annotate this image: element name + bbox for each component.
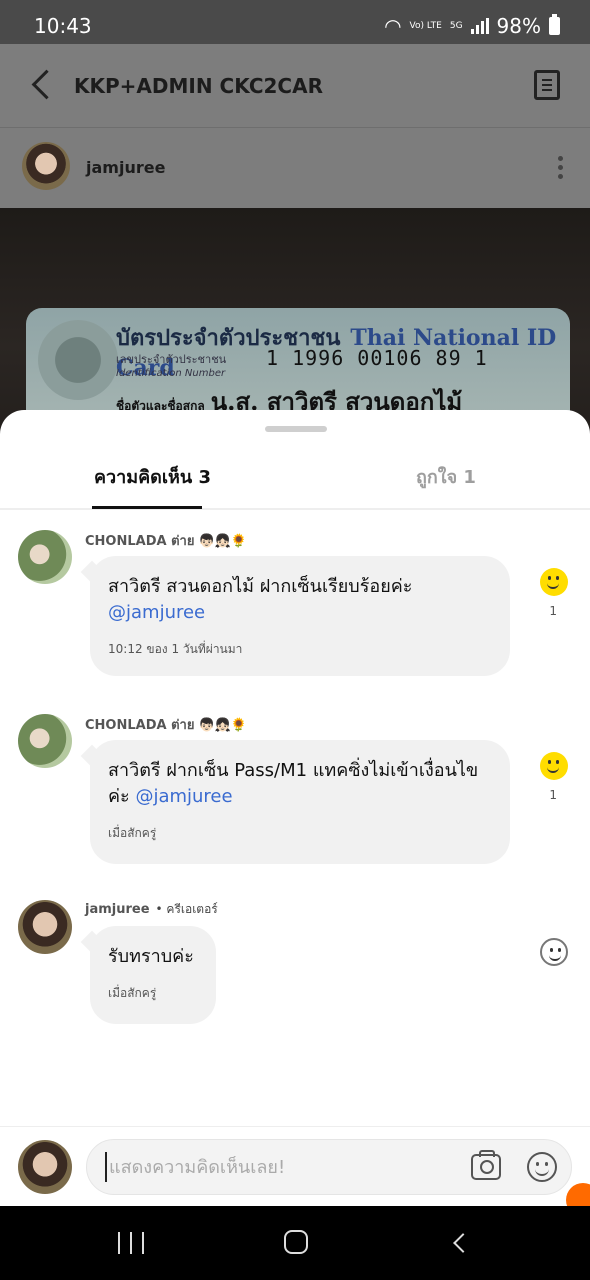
card-id-label-en: Identification Number (116, 368, 226, 379)
comment-bubble[interactable]: สาวิตรี ฝากเซ็น Pass/M1 แทคซิ่งไม่เข้าเง… (90, 740, 510, 864)
back-arrow-icon[interactable] (28, 68, 58, 102)
author-emoji: 👦🏻👧🏻🌻 (198, 718, 247, 733)
comment-author[interactable]: jamjuree (85, 902, 150, 917)
nav-back-icon[interactable] (453, 1233, 473, 1253)
card-id-label-th: เลขประจำตัวประชาชน (116, 353, 227, 366)
signal-icon (470, 18, 489, 34)
system-nav-bar (0, 1206, 590, 1280)
notes-icon[interactable] (534, 70, 560, 100)
creator-badge: • ครีเอเตอร์ (155, 902, 218, 916)
comment-time: เมื่อสักครู่ (108, 826, 157, 840)
post-photo[interactable]: บัตรประจำตัวประชาชน Thai National ID Card… (0, 208, 590, 438)
like-smile-icon[interactable] (540, 938, 568, 966)
comment-author[interactable]: CHONLADA ต่าย (85, 534, 194, 549)
drag-handle[interactable] (265, 426, 327, 432)
tab-comments[interactable]: ความคิดเห็น 3 (94, 462, 211, 491)
comment-time: เมื่อสักครู่ (108, 986, 157, 1000)
like-count: 1 (549, 604, 557, 618)
status-time: 10:43 (34, 14, 92, 38)
comment-tabs: ความคิดเห็น 3 ถูกใจ 1 (0, 450, 590, 510)
avatar[interactable] (18, 530, 72, 584)
comment-item: CHONLADA ต่าย 👦🏻👧🏻🌻 สาวิตรี สวนดอกไม้ ฝาก… (0, 530, 590, 690)
hotspot-icon: ◠ (384, 14, 402, 38)
comment-input-container[interactable] (86, 1139, 572, 1195)
comment-item: CHONLADA ต่าย 👦🏻👧🏻🌻 สาวิตรี ฝากเซ็น Pass/… (0, 714, 590, 874)
garuda-seal-icon (38, 320, 118, 400)
emoji-icon[interactable] (527, 1152, 557, 1182)
status-bar: 10:43 ◠ Vo) LTE 5G 98% (0, 0, 590, 44)
comments-sheet: ความคิดเห็น 3 ถูกใจ 1 CHONLADA ต่าย 👦🏻👧🏻🌻… (0, 410, 590, 1206)
network-type: 5G (449, 20, 463, 31)
camera-icon[interactable] (471, 1150, 501, 1180)
post-author-name[interactable]: jamjuree (86, 158, 165, 177)
avatar[interactable] (18, 900, 72, 954)
like-smile-icon[interactable] (540, 568, 568, 596)
comment-bubble[interactable]: รับทราบค่ะ เมื่อสักครู่ (90, 926, 216, 1024)
battery-icon (549, 14, 560, 35)
avatar[interactable] (18, 714, 72, 768)
comment-input[interactable] (105, 1152, 445, 1182)
avatar (18, 1140, 72, 1194)
mention-link[interactable]: @jamjuree (135, 786, 232, 807)
app-header: KKP+ADMIN CKC2CAR (0, 44, 590, 128)
battery-level: 98% (496, 14, 541, 38)
comment-text: รับทราบค่ะ (108, 946, 194, 967)
home-icon[interactable] (284, 1230, 308, 1254)
comment-text: สาวิตรี สวนดอกไม้ ฝากเซ็นเรียบร้อยค่ะ (108, 576, 413, 597)
avatar[interactable] (22, 142, 70, 190)
more-options-icon[interactable] (558, 156, 564, 180)
post-author-bar: jamjuree (0, 128, 590, 208)
active-tab-indicator (92, 506, 202, 509)
volte-indicator: Vo) LTE (409, 20, 442, 31)
author-emoji: 👦🏻👧🏻🌻 (198, 534, 247, 549)
recent-apps-icon[interactable] (118, 1232, 144, 1254)
comment-bubble[interactable]: สาวิตรี สวนดอกไม้ ฝากเซ็นเรียบร้อยค่ะ @j… (90, 556, 510, 676)
mention-link[interactable]: @jamjuree (108, 602, 205, 623)
like-smile-icon[interactable] (540, 752, 568, 780)
tab-likes[interactable]: ถูกใจ 1 (416, 462, 476, 491)
comment-input-bar (0, 1126, 590, 1217)
comment-time: 10:12 ของ 1 วันที่ผ่านมา (108, 642, 243, 656)
page-title: KKP+ADMIN CKC2CAR (74, 74, 323, 98)
comment-author[interactable]: CHONLADA ต่าย (85, 718, 194, 733)
like-count: 1 (549, 788, 557, 802)
card-id-number: 1 1996 00106 89 1 (266, 346, 488, 370)
comment-item: jamjuree • ครีเอเตอร์ รับทราบค่ะ เมื่อสัก… (0, 900, 590, 1030)
